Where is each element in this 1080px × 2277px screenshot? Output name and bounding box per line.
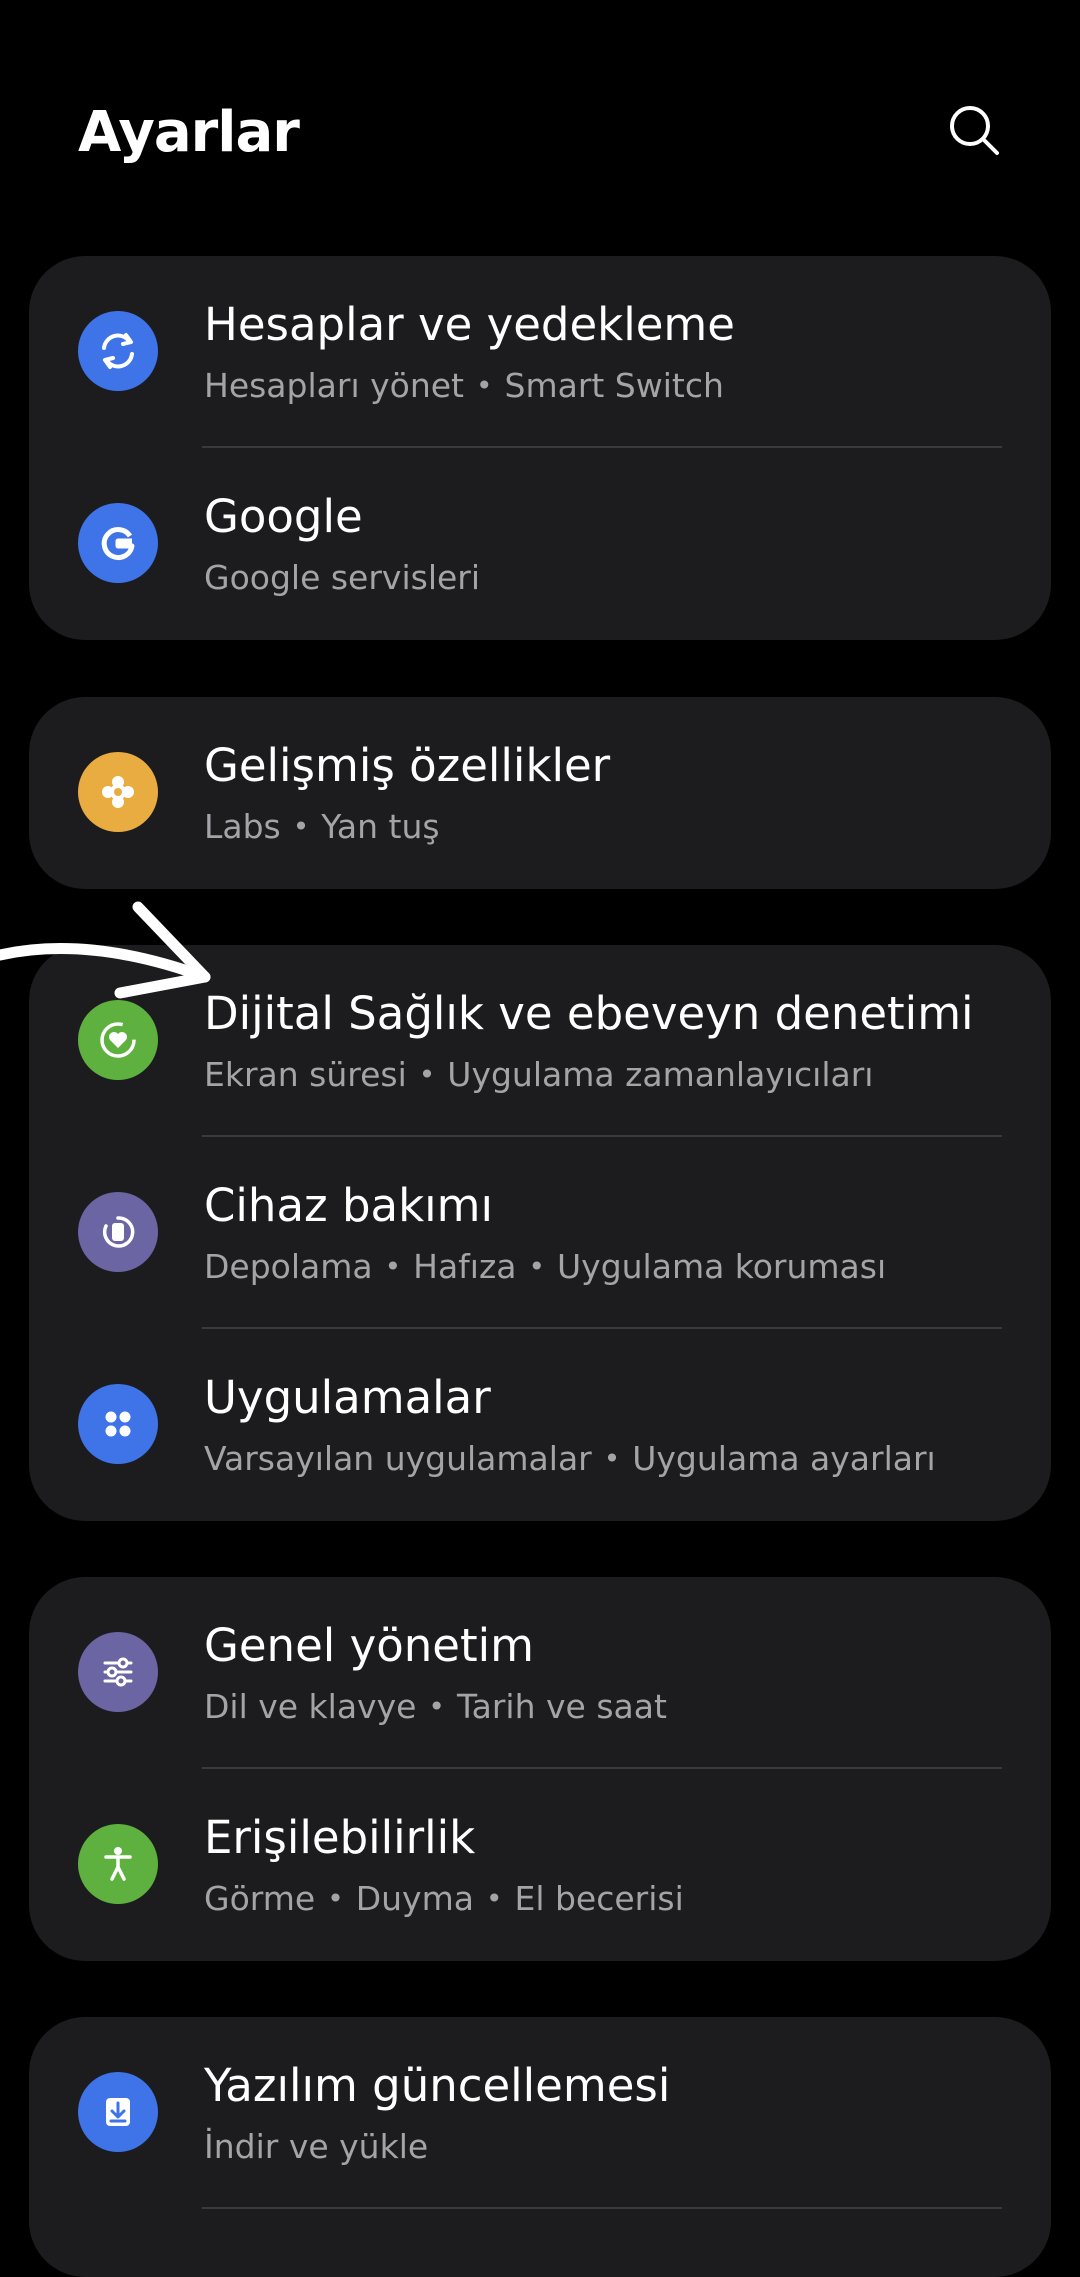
- item-subtitle: Depolama • Hafıza • Uygulama koruması: [204, 1247, 886, 1286]
- item-subtitle: Labs • Yan tuş: [204, 807, 440, 846]
- item-title: Gelişmiş özellikler: [204, 739, 611, 792]
- settings-group-wellbeing-device-apps: Dijital Sağlık ve ebeveyn denetimi Ekran…: [29, 945, 1051, 1521]
- separator-dot: •: [384, 1250, 402, 1283]
- item-subtitle: Görme • Duyma • El becerisi: [204, 1879, 684, 1918]
- settings-item-advanced-features[interactable]: Gelişmiş özellikler Labs • Yan tuş: [29, 697, 1051, 889]
- device-care-icon: [78, 1192, 158, 1272]
- download-icon: [78, 2072, 158, 2152]
- item-title: Google: [204, 490, 363, 543]
- sync-icon: [78, 311, 158, 391]
- settings-item-google[interactable]: Google Google servisleri: [29, 448, 1051, 640]
- accessibility-icon: [78, 1824, 158, 1904]
- item-subtitle: Google servisleri: [204, 558, 480, 597]
- item-subtitle: Dil ve klavye • Tarih ve saat: [204, 1687, 667, 1726]
- divider: [202, 2207, 1002, 2209]
- separator-dot: •: [485, 1882, 503, 1915]
- sub-label: Depolama: [204, 1247, 373, 1286]
- separator-dot: •: [292, 810, 310, 843]
- sub-label: Hesapları yönet: [204, 366, 464, 405]
- sub-label: Ekran süresi: [204, 1055, 407, 1094]
- settings-group-software: Yazılım güncellemesi İndir ve yükle: [29, 2017, 1051, 2277]
- item-title: Cihaz bakımı: [204, 1179, 493, 1232]
- item-title: Hesaplar ve yedekleme: [204, 298, 735, 351]
- annotation-arrow-icon: [0, 901, 211, 999]
- settings-item-apps[interactable]: Uygulamalar Varsayılan uygulamalar • Uygul…: [29, 1329, 1051, 1521]
- settings-item-accessibility[interactable]: Erişilebilirlik Görme • Duyma • El becerisi: [29, 1769, 1051, 1961]
- sub-label: Tarih ve saat: [456, 1687, 667, 1726]
- separator-dot: •: [528, 1250, 546, 1283]
- separator-dot: •: [418, 1058, 436, 1091]
- sub-label: Smart Switch: [504, 366, 724, 405]
- item-title: Dijital Sağlık ve ebeveyn denetimi: [204, 987, 974, 1040]
- sub-label: İndir ve yükle: [204, 2127, 429, 2166]
- settings-item-device-care[interactable]: Cihaz bakımı Depolama • Hafıza • Uygulama ko…: [29, 1137, 1051, 1329]
- item-title: Yazılım güncellemesi: [204, 2059, 671, 2112]
- settings-item-accounts-backup[interactable]: Hesaplar ve yedekleme Hesapları yönet • Sm…: [29, 256, 1051, 448]
- separator-dot: •: [327, 1882, 344, 1915]
- separator-dot: •: [603, 1442, 621, 1475]
- sub-label: Google servisleri: [204, 558, 481, 597]
- settings-group-accounts: Hesaplar ve yedekleme Hesapları yönet • Sm…: [29, 256, 1051, 640]
- item-title: Uygulamalar: [204, 1371, 491, 1424]
- sliders-icon: [78, 1632, 158, 1712]
- sub-label: Yan tuş: [321, 807, 440, 846]
- puzzle-gear-icon: [78, 752, 158, 832]
- sub-label: Labs: [204, 807, 281, 846]
- item-title: Erişilebilirlik: [204, 1811, 476, 1864]
- settings-group-advanced: Gelişmiş özellikler Labs • Yan tuş: [29, 697, 1051, 889]
- settings-item-software-update[interactable]: Yazılım güncellemesi İndir ve yükle: [29, 2017, 1051, 2209]
- sub-label: El becerisi: [514, 1879, 684, 1918]
- google-icon: [78, 503, 158, 583]
- page-title: Ayarlar: [78, 100, 300, 165]
- sub-label: Hafıza: [413, 1247, 517, 1286]
- sub-label: Duyma: [355, 1879, 474, 1918]
- sub-label: Uygulama zamanlayıcıları: [447, 1055, 874, 1094]
- sub-label: Varsayılan uygulamalar: [204, 1439, 592, 1478]
- sub-label: Uygulama koruması: [557, 1247, 887, 1286]
- settings-item-general-management[interactable]: Genel yönetim Dil ve klavye • Tarih ve saa…: [29, 1577, 1051, 1769]
- sub-label: Görme: [204, 1879, 316, 1918]
- item-subtitle: İndir ve yükle: [204, 2127, 428, 2166]
- separator-dot: •: [475, 369, 493, 402]
- item-subtitle: Varsayılan uygulamalar • Uygulama ayarları: [204, 1439, 936, 1478]
- search-button[interactable]: [946, 102, 1002, 158]
- sub-label: Dil ve klavye: [204, 1687, 417, 1726]
- item-title: Genel yönetim: [204, 1619, 534, 1672]
- separator-dot: •: [428, 1690, 445, 1723]
- apps-grid-icon: [78, 1384, 158, 1464]
- app-header: Ayarlar: [0, 0, 1080, 230]
- search-icon: [950, 106, 999, 155]
- item-subtitle: Hesapları yönet • Smart Switch: [204, 366, 724, 405]
- heart-ring-icon: [78, 1000, 158, 1080]
- item-subtitle: Ekran süresi • Uygulama zamanlayıcıları: [204, 1055, 873, 1094]
- sub-label: Uygulama ayarları: [632, 1439, 936, 1478]
- settings-group-general: Genel yönetim Dil ve klavye • Tarih ve saa…: [29, 1577, 1051, 1961]
